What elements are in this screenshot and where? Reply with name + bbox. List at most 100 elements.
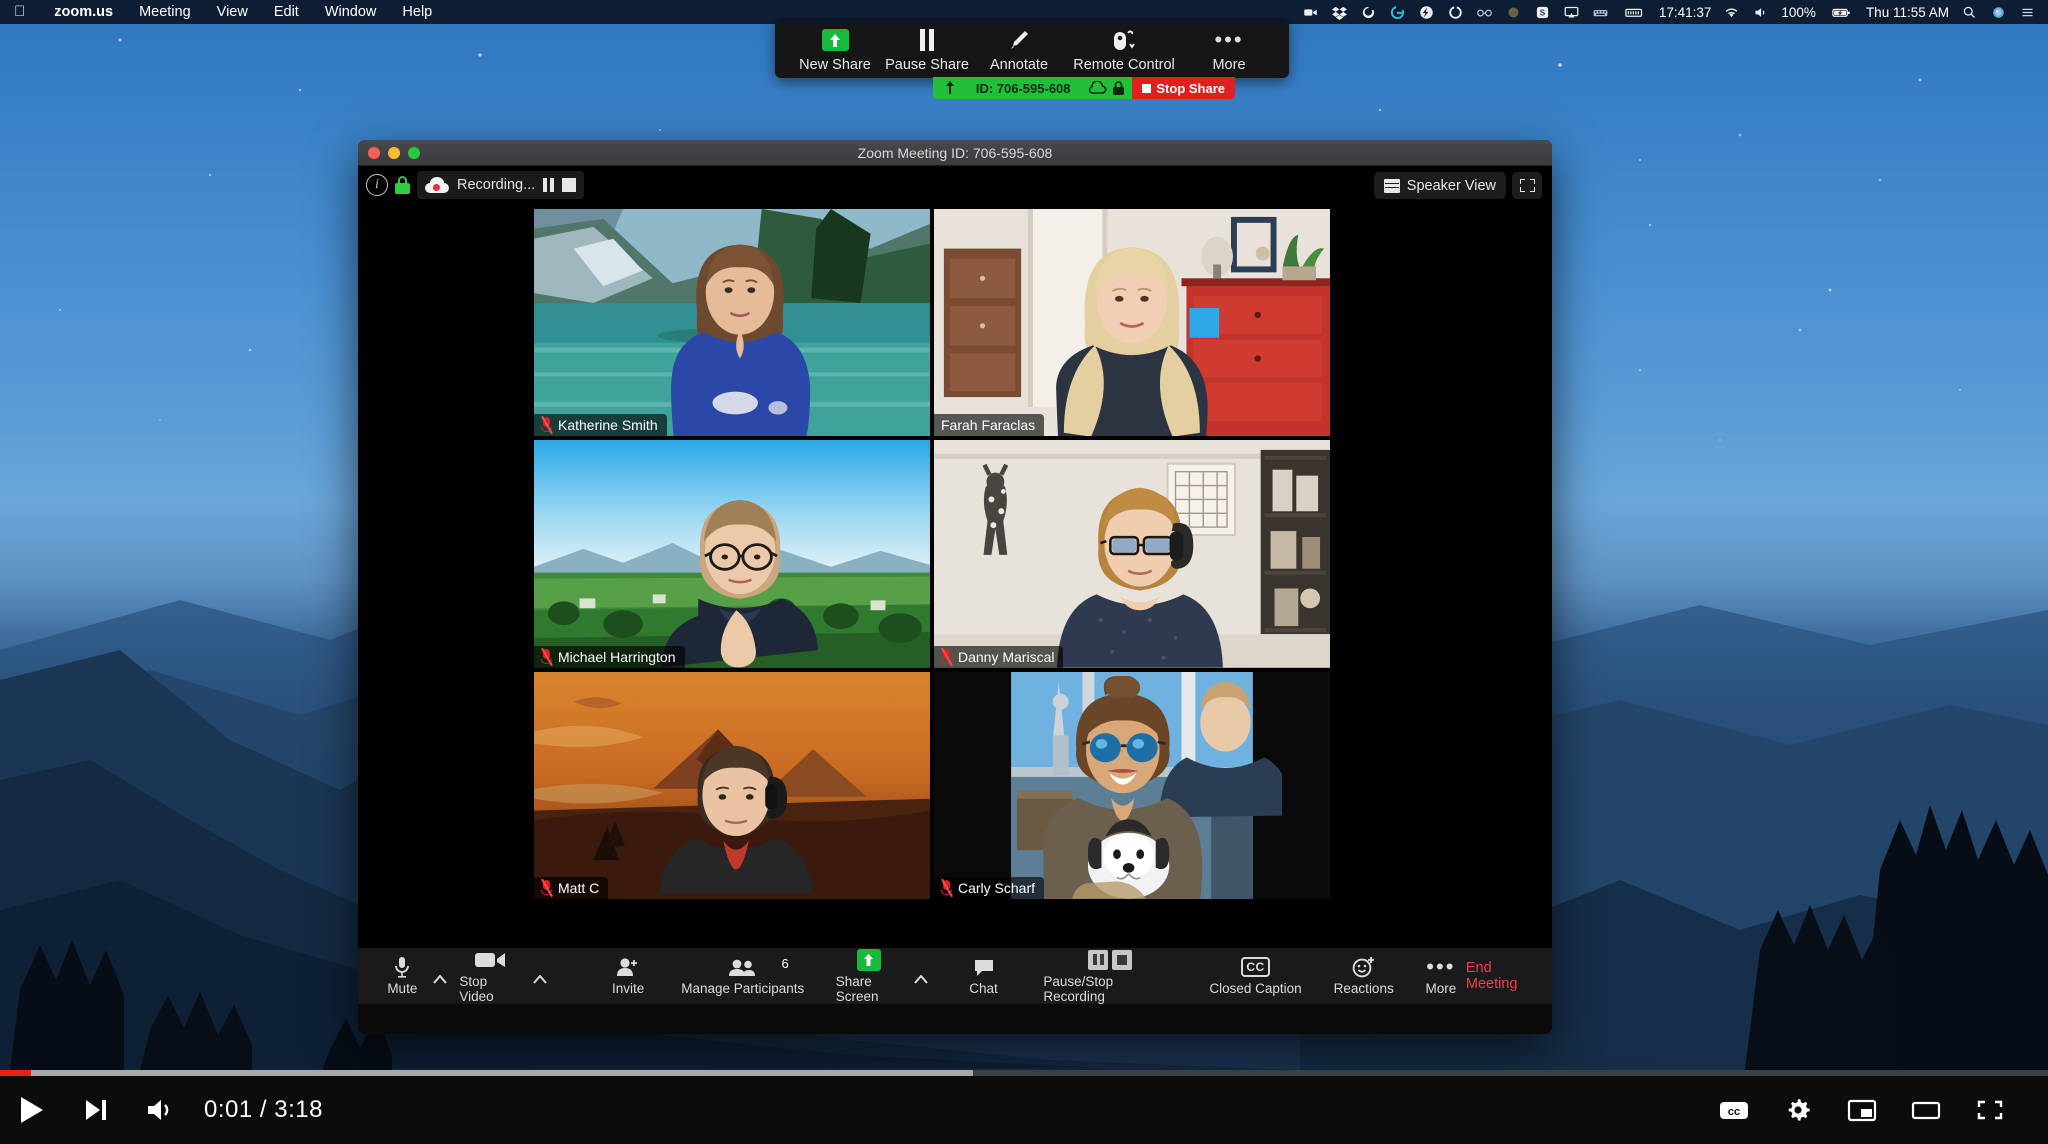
speaker-view-button[interactable]: Speaker View [1373,172,1506,199]
battery-percent: 100% [1781,4,1816,20]
stop-recording-icon[interactable] [562,178,577,192]
wifi-icon[interactable] [1723,5,1740,20]
stop-share-button[interactable]: Stop Share [1132,77,1235,99]
participant-tile[interactable]: Farah Faraclas [934,209,1330,437]
airplay-icon[interactable] [1563,5,1580,20]
theater-mode-button[interactable] [1894,1076,1958,1144]
maximize-button[interactable] [408,146,420,159]
end-meeting-button[interactable]: End Meeting [1466,960,1552,992]
traffic-light-buttons[interactable] [358,146,420,159]
keyboard-tray-icon[interactable] [1592,5,1609,20]
participant-tile[interactable]: Michael Harrington [534,440,930,668]
fullscreen-button[interactable] [1958,1076,2022,1144]
new-share-button[interactable]: New Share [789,24,881,73]
invite-button[interactable]: Invite [600,948,656,1004]
zoom-meeting-window[interactable]: Zoom Meeting ID: 706-595-608 i Recording… [358,140,1552,1034]
participant-gallery: Katherine Smith Farah Faraclas Michael H… [534,209,1330,899]
screen-share-toolbar[interactable]: New Share Pause Share Annotate Remote Co… [775,18,1289,99]
play-button[interactable] [0,1076,64,1144]
lock-icon[interactable] [1112,80,1125,96]
menu-item-help[interactable]: Help [389,0,445,24]
circle-icon[interactable] [1505,5,1522,20]
miniplayer-button[interactable] [1830,1076,1894,1144]
flash-icon[interactable] [1418,5,1435,20]
player-right-controls[interactable]: cc [1702,1076,2048,1144]
battery-charging-icon[interactable] [1828,5,1854,20]
share-more-button[interactable]: ••• More [1183,24,1275,74]
reactions-button[interactable]: Reactions [1326,948,1402,1004]
closed-caption-button[interactable]: CC Closed Caption [1200,948,1312,1004]
share-options-chevron-icon[interactable] [910,948,932,1004]
people-icon [728,956,758,978]
video-camera-icon[interactable] [1302,5,1319,20]
siri-icon[interactable] [1990,5,2007,20]
minimize-button[interactable] [388,146,400,159]
remote-control-button[interactable]: Remote Control [1065,24,1183,73]
manage-participants-button[interactable]: 6 Manage Participants [669,948,817,1004]
menu-item-view[interactable]: View [204,0,261,24]
participant-tile[interactable]: Danny Mariscal [934,440,1330,668]
grammarly-icon[interactable] [1389,5,1406,20]
menu-item-meeting[interactable]: Meeting [126,0,204,24]
menu-item-zoom-us[interactable]: zoom.us [41,0,126,24]
sync-icon[interactable] [1360,5,1377,20]
mute-button[interactable]: Mute [375,948,429,1004]
participant-tile[interactable]: Matt C [534,671,930,899]
participant-video [661,499,818,668]
stop-video-button[interactable]: Stop Video [451,948,529,1004]
audio-options-chevron-icon[interactable] [429,948,451,1004]
share-status-strip[interactable]: ID: 706-595-608 Stop Share [933,77,1235,99]
s-app-icon[interactable]: S [1534,5,1551,20]
pause-share-button[interactable]: Pause Share [881,24,973,73]
pause-stop-recording-icon [1088,949,1133,971]
macos-menu-bar[interactable]:  zoom.us Meeting View Edit Window Help … [0,0,2048,24]
participant-tile-active-speaker[interactable]: Carly Scharf [934,671,1330,899]
more-button[interactable]: ••• More [1416,948,1466,1004]
meeting-info-controls[interactable]: i Recording... [366,171,585,199]
menu-item-edit[interactable]: Edit [261,0,312,24]
share-screen-button[interactable]: Share Screen [828,948,910,1004]
pause-stop-recording-button[interactable]: Pause/Stop Recording [1035,948,1185,1004]
menu-item-window[interactable]: Window [312,0,390,24]
cloud-icon[interactable] [1087,81,1107,95]
annotate-label: Annotate [989,57,1049,73]
cleaner-icon[interactable] [1447,5,1464,20]
pencil-icon [1008,27,1030,53]
meeting-controls-toolbar[interactable]: Mute Stop Video Invite 6 Manage Particip… [358,948,1552,1004]
close-button[interactable] [368,146,380,159]
annotate-button[interactable]: Annotate [973,24,1065,73]
participant-video [670,244,811,437]
chat-bubble-icon [973,956,995,978]
volume-button[interactable] [128,1076,192,1144]
glasses-icon[interactable] [1476,5,1493,20]
enter-fullscreen-icon[interactable] [1512,172,1542,199]
svg-text:S: S [1540,8,1546,17]
svg-text:cc: cc [1728,1106,1740,1118]
participant-name-bar: Farah Faraclas [934,414,1045,437]
closed-caption-button[interactable]: cc [1702,1076,1766,1144]
video-options-chevron-icon[interactable] [529,948,551,1004]
player-control-row[interactable]: 0:01 / 3:18 cc [0,1076,2048,1144]
dropbox-icon[interactable] [1331,5,1348,20]
green-lock-icon[interactable] [395,176,410,194]
volume-icon[interactable] [1752,5,1769,20]
apple-logo-icon[interactable]:  [0,0,41,24]
settings-button[interactable] [1766,1076,1830,1144]
participant-name: Katherine Smith [558,417,658,434]
mouse-icon [1109,27,1139,53]
notification-center-icon[interactable] [2019,5,2036,20]
share-toolbar-buttons[interactable]: New Share Pause Share Annotate Remote Co… [775,18,1289,78]
menu-bar-status-area[interactable]: S 17:41:37 100% Thu 11:55 AM [1302,5,2048,20]
view-controls[interactable]: Speaker View [1373,172,1542,199]
window-title-bar[interactable]: Zoom Meeting ID: 706-595-608 [358,140,1552,166]
info-icon[interactable]: i [366,174,388,196]
video-player-controls[interactable]: 0:01 / 3:18 cc [0,1070,2048,1144]
battery-meter-icon[interactable] [1621,5,1647,20]
spotlight-search-icon[interactable] [1961,5,1978,20]
recording-indicator[interactable]: Recording... [417,171,585,199]
manage-participants-label: Manage Participants [681,981,805,996]
chat-button[interactable]: Chat [959,948,1009,1004]
participant-tile[interactable]: Katherine Smith [534,209,930,437]
pause-recording-icon[interactable] [543,178,555,192]
next-video-button[interactable] [64,1076,128,1144]
